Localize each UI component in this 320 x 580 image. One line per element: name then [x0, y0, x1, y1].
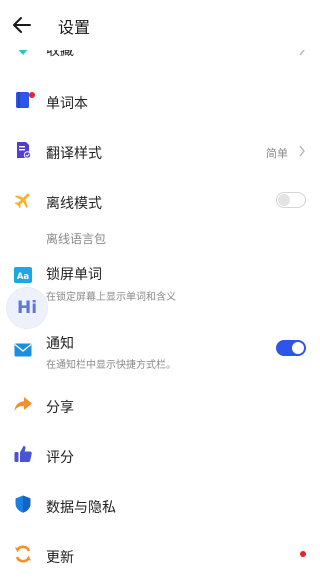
chevron-right-icon	[299, 145, 305, 157]
settings-item-rate[interactable]: 评分	[0, 434, 320, 474]
toggle-knob	[278, 194, 290, 206]
settings-item-label: 离线模式	[46, 196, 102, 212]
settings-item-label: 更新	[46, 550, 74, 566]
share-arrow-icon	[14, 397, 32, 411]
settings-item-label: 离线语言包	[46, 232, 107, 246]
notification-toggle[interactable]	[276, 340, 306, 356]
aa-text-icon: Aa	[14, 267, 32, 283]
document-check-icon	[17, 142, 32, 159]
thumbs-up-icon	[14, 446, 32, 462]
settings-item-privacy[interactable]: 数据与隐私	[0, 484, 320, 524]
settings-item-lockscreen[interactable]: Aa 锁屏单词 在锁定屏幕上显示单词和含义	[0, 260, 320, 304]
settings-item-label: 数据与隐私	[46, 500, 116, 516]
settings-item-description: 在通知栏中显示快捷方式栏。	[46, 360, 176, 371]
settings-item-label: 评分	[46, 450, 74, 466]
settings-item-translate-style[interactable]: 翻译样式 简单	[0, 130, 320, 170]
page-title: 设置	[58, 18, 91, 37]
shield-icon	[15, 495, 31, 513]
refresh-icon	[15, 545, 31, 563]
offline-mode-toggle[interactable]	[276, 192, 306, 208]
settings-item-share[interactable]: 分享	[0, 384, 320, 424]
settings-item-notification: 通知 在通知栏中显示快捷方式栏。	[0, 330, 320, 374]
settings-item-description: 在锁定屏幕上显示单词和含义	[46, 292, 176, 303]
app-header: 设置	[0, 0, 320, 50]
mail-icon	[14, 343, 32, 357]
settings-item-vocab[interactable]: 单词本	[0, 80, 320, 120]
selected-value: 简单	[266, 147, 288, 160]
settings-item-offline-pack[interactable]: 离线语言包	[0, 226, 320, 252]
settings-item-label: 分享	[46, 400, 74, 416]
airplane-icon	[14, 193, 30, 209]
update-available-dot	[300, 551, 306, 557]
notification-dot	[29, 92, 35, 98]
settings-item-update[interactable]: 更新	[0, 534, 320, 574]
settings-item-label: 锁屏单词	[46, 267, 102, 283]
settings-item-label: 通知	[46, 336, 74, 352]
svg-text:Aa: Aa	[17, 272, 30, 282]
settings-item-label: 单词本	[46, 96, 88, 112]
settings-item-offline: 离线模式	[0, 180, 320, 220]
floating-hi-button[interactable]: Hi	[7, 288, 47, 328]
back-arrow-icon[interactable]	[10, 13, 34, 37]
toggle-knob	[292, 342, 304, 354]
settings-item-label: 翻译样式	[46, 146, 102, 162]
